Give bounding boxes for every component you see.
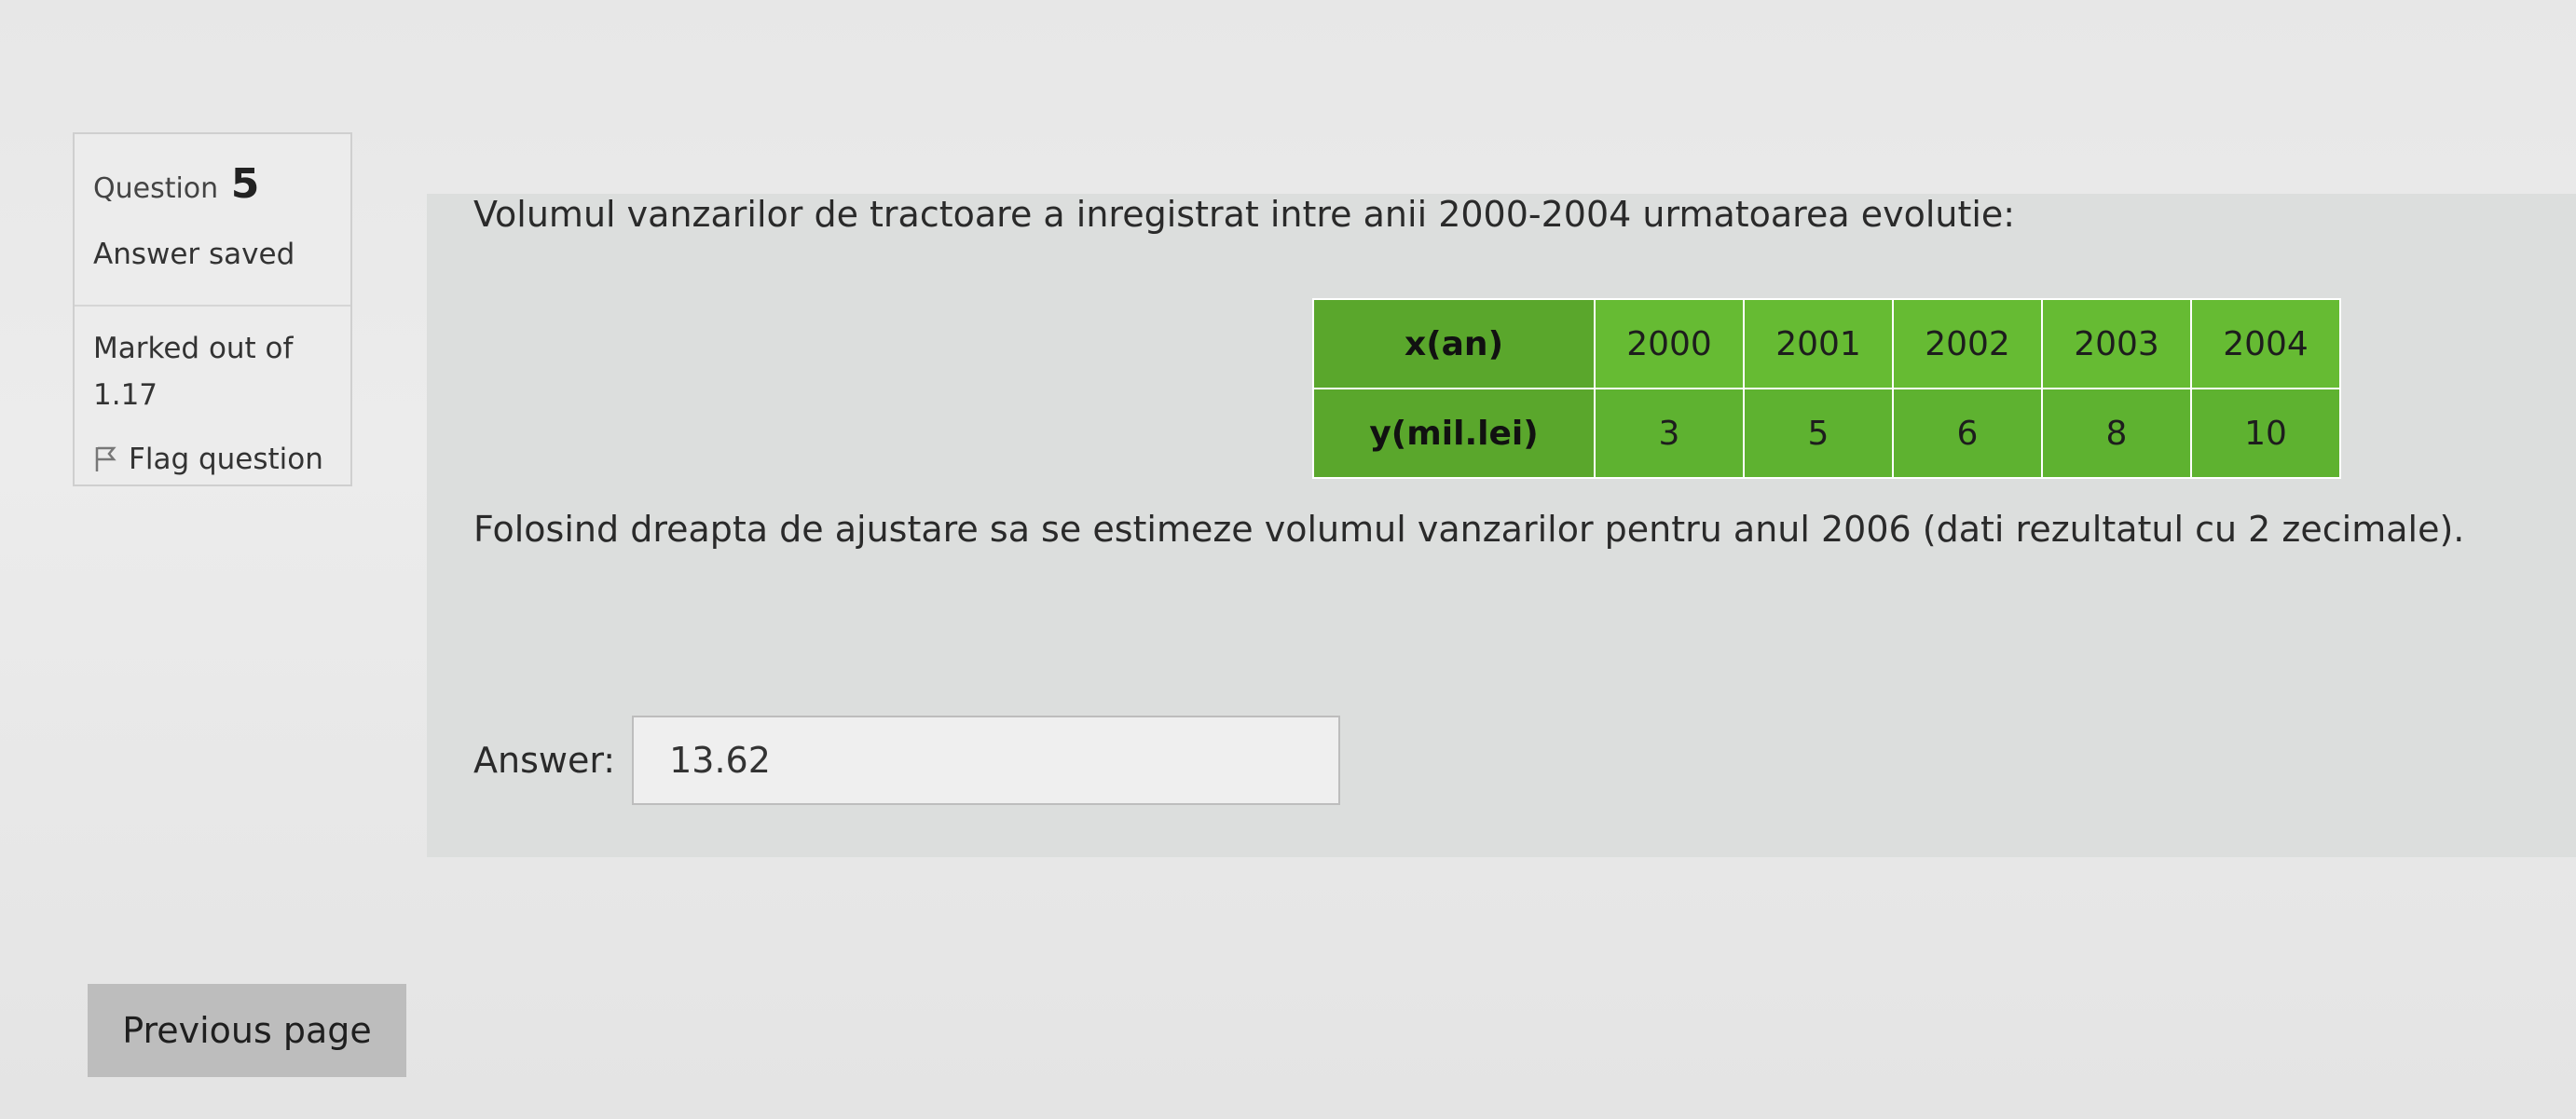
table-row: y(mil.lei) 3 5 6 8 10: [1312, 388, 2341, 479]
question-text: Volumul vanzarilor de tractoare a inregi…: [473, 194, 2016, 235]
table-cell: 2003: [2041, 298, 2192, 389]
flag-question-link[interactable]: Flag question: [93, 443, 350, 476]
table-cell: 2000: [1594, 298, 1745, 389]
answer-row: Answer:: [473, 716, 1341, 805]
table-cell: 10: [2190, 388, 2341, 479]
question-number: Question 5: [93, 160, 350, 210]
grade-label: Marked out of: [93, 331, 294, 365]
question-state: Answer saved: [93, 237, 295, 271]
previous-page-button[interactable]: Previous page: [88, 984, 406, 1077]
grade-value: 1.17: [93, 377, 158, 412]
question-grade: Marked out of 1.17: [75, 304, 350, 418]
answer-label: Answer:: [473, 740, 616, 781]
question-number-value: 5: [230, 160, 260, 208]
row-header-y: y(mil.lei): [1312, 388, 1596, 479]
question-content: Volumul vanzarilor de tractoare a inregi…: [427, 194, 2576, 857]
question-instruction: Folosind dreapta de ajustare sa se estim…: [473, 509, 2465, 550]
table-cell: 2002: [1892, 298, 2043, 389]
question-info-panel: Question 5 Answer saved Marked out of 1.…: [73, 132, 352, 486]
flag-question-label: Flag question: [129, 442, 323, 476]
row-header-x: x(an): [1312, 298, 1596, 389]
table-cell: 3: [1594, 388, 1745, 479]
table-cell: 2001: [1743, 298, 1894, 389]
table-row: x(an) 2000 2001 2002 2003 2004: [1312, 298, 2341, 389]
question-label: Question: [93, 172, 219, 205]
flag-icon: [95, 446, 116, 471]
table-cell: 5: [1743, 388, 1894, 479]
table-cell: 2004: [2190, 298, 2341, 389]
data-table: x(an) 2000 2001 2002 2003 2004 y(mil.lei…: [1312, 298, 2341, 479]
table-cell: 6: [1892, 388, 2043, 479]
answer-input[interactable]: [632, 716, 1341, 805]
table-cell: 8: [2041, 388, 2192, 479]
